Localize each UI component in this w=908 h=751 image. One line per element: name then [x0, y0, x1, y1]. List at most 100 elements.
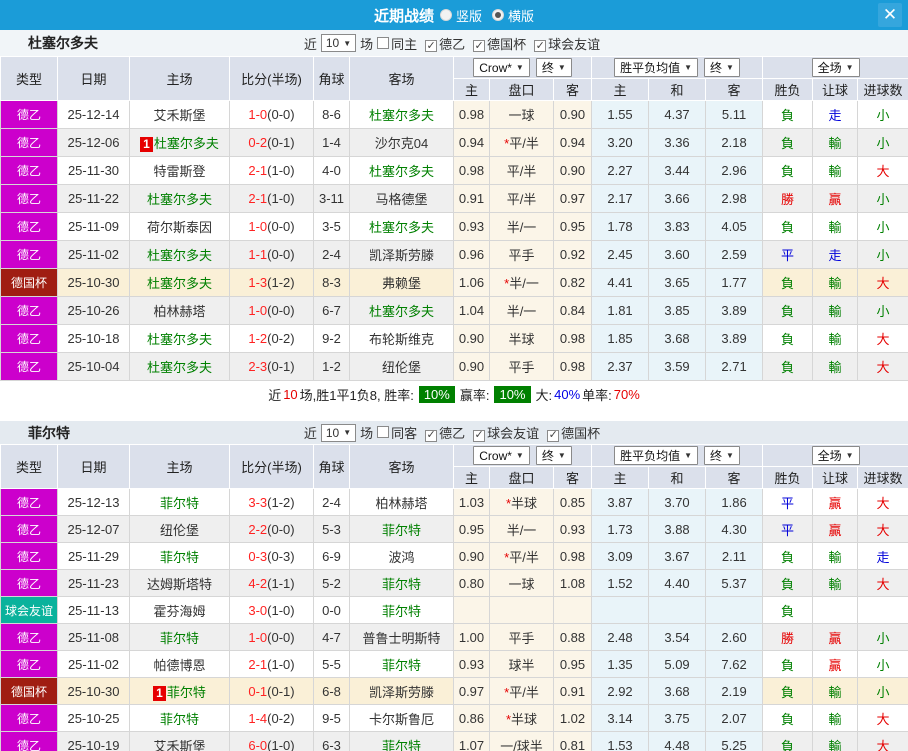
euro-home-odds: 2.45: [591, 240, 650, 269]
rank-badge: 1: [153, 685, 166, 701]
away-team-cell: 纽伦堡: [349, 352, 454, 381]
result-handicap: 輸: [812, 731, 859, 751]
chevron-down-icon: ▼: [557, 450, 566, 460]
match-count-value: 10: [325, 425, 340, 440]
league-checkbox-2[interactable]: ✓ 球会友谊: [534, 34, 604, 53]
chevron-down-icon: ▼: [845, 451, 854, 460]
euro-home-odds: 3.87: [591, 488, 650, 516]
radio-vertical-layout[interactable]: 竖版: [439, 6, 482, 25]
score-cell: 1-3(1-2): [229, 268, 314, 297]
halftime-score: (1-0): [267, 191, 295, 206]
home-team-cell: 霍芬海姆: [129, 596, 230, 624]
ah-line: *平/半: [489, 128, 554, 157]
home-team-name: 帕德博恩: [153, 657, 206, 673]
league-checkbox-1[interactable]: ✓ 德国杯: [473, 34, 530, 53]
league-checkbox-2[interactable]: ✓ 德国杯: [547, 423, 604, 442]
europe-odds-dropdowns-0[interactable]: 胜平负均值 ▼: [614, 58, 699, 77]
league-checkbox-0[interactable]: ✓ 德乙: [425, 423, 469, 442]
date-cell: 25-11-23: [57, 569, 130, 597]
score-cell: 1-4(0-2): [229, 704, 314, 732]
home-team-cell: 杜塞尔多夫: [129, 352, 230, 381]
euro-away-odds: 1.86: [705, 488, 764, 516]
column-header-2: 主场: [129, 444, 230, 489]
asian-handicap-dropdowns-0[interactable]: Crow* ▼: [473, 58, 530, 78]
sub-header-2: 客: [552, 78, 593, 101]
date-cell: 25-12-06: [57, 128, 130, 157]
ah-line: 平手: [489, 352, 554, 381]
date-cell: 25-12-14: [57, 100, 130, 129]
corner-cell: 9-5: [313, 704, 350, 732]
table-row: 德乙 25-12-13 菲尔特 3-3(1-2) 2-4 柏林赫塔 1.03 *半球 0.85 3…: [0, 488, 908, 516]
away-team-cell: 弗赖堡: [349, 268, 454, 297]
corner-cell: 8-6: [313, 100, 350, 129]
result-handicap: 輸: [812, 704, 859, 732]
match-type-badge: 德乙: [0, 569, 58, 597]
close-icon[interactable]: ✕: [878, 3, 902, 27]
euro-home-odds: 2.37: [591, 352, 650, 381]
match-type-badge: 德乙: [0, 731, 58, 751]
euro-draw-odds: 3.88: [648, 515, 707, 543]
ah-away-odds: 0.90: [552, 100, 593, 129]
column-header-0: 类型: [0, 56, 58, 101]
radio-horizontal-layout[interactable]: 横版: [492, 6, 534, 25]
asian-handicap-dropdowns-0[interactable]: Crow* ▼: [473, 446, 530, 466]
result-goals: 大: [857, 488, 908, 516]
home-team-name: 杜塞尔多夫: [153, 136, 219, 151]
date-cell: 25-11-22: [57, 184, 130, 213]
corner-cell: 6-7: [313, 296, 350, 325]
date-cell: 25-10-25: [57, 704, 130, 732]
result-wdl: 平: [762, 488, 814, 516]
column-header-0: 类型: [0, 444, 58, 489]
same-side-checkbox[interactable]: 同客: [377, 423, 421, 442]
europe-odds-dropdowns-1[interactable]: 终 ▼: [704, 446, 740, 465]
league-checkbox-0[interactable]: ✓ 德乙: [425, 34, 469, 53]
europe-odds-dropdowns-1-label: 终: [710, 449, 723, 463]
home-team-name: 菲尔特: [159, 630, 199, 646]
result-wdl: 負: [762, 324, 814, 353]
europe-odds-dropdowns-1[interactable]: 终 ▼: [704, 58, 740, 77]
away-team-cell: 布轮斯维克: [349, 324, 454, 353]
match-filters: 近 10 ▼ 场同客 ✓ 德乙 ✓ 球会友谊 ✓ 德国杯: [304, 423, 604, 442]
result-goals: 大: [857, 156, 908, 185]
result-dropdowns-0[interactable]: 全场 ▼: [811, 446, 860, 465]
euro-home-odds: 1.81: [591, 296, 650, 325]
ah-home-odds: 1.06: [453, 268, 490, 297]
asian-handicap-dropdowns-1[interactable]: 终 ▼: [535, 57, 572, 77]
result-handicap: 贏: [812, 488, 859, 516]
euro-draw-odds: 3.83: [648, 212, 707, 241]
summary-text: 40%: [554, 387, 581, 402]
euro-away-odds: 3.89: [705, 296, 764, 325]
europe-odds-dropdowns-0[interactable]: 胜平负均值 ▼: [614, 446, 699, 465]
ah-home-odds: 1.00: [453, 623, 490, 651]
match-count-select[interactable]: 10 ▼: [320, 423, 357, 442]
sub-header-5: 客: [705, 466, 764, 489]
same-side-checkbox[interactable]: 同主: [377, 34, 421, 53]
euro-away-odds: 2.96: [705, 156, 764, 185]
asian-handicap-dropdowns-1[interactable]: 终 ▼: [535, 445, 572, 465]
home-team-cell: 荷尔斯泰因: [129, 212, 230, 241]
euro-home-odds: 1.78: [591, 212, 650, 241]
halftime-score: (0-0): [267, 521, 295, 537]
result-dropdowns-0[interactable]: 全场 ▼: [811, 58, 860, 77]
corner-cell: 4-0: [313, 156, 350, 185]
match-type-badge: 德乙: [0, 128, 58, 157]
summary-text: 10: [283, 387, 298, 402]
match-count-select[interactable]: 10 ▼: [320, 34, 357, 52]
ah-away-odds: 0.81: [552, 731, 593, 751]
sub-header-8: 进球数: [857, 466, 908, 489]
result-handicap: 輸: [812, 542, 859, 570]
halftime-score: (0-0): [267, 629, 295, 645]
home-team-name: 菲尔特: [159, 549, 199, 565]
euro-draw-odds: 3.60: [648, 240, 707, 269]
away-team-name: 凯泽斯劳滕: [368, 248, 434, 263]
ah-line-text: 平/半: [509, 684, 539, 700]
result-handicap: 走: [812, 100, 859, 129]
match-type-badge: 德乙: [0, 184, 58, 213]
euro-draw-odds: 4.48: [648, 731, 707, 751]
result-handicap: 輸: [812, 352, 859, 381]
result-handicap: 贏: [812, 650, 859, 678]
fulltime-score: 1-0: [248, 219, 268, 234]
league-checkbox-1[interactable]: ✓ 球会友谊: [473, 423, 543, 442]
away-team-cell: 杜塞尔多夫: [349, 100, 454, 129]
date-cell: 25-12-13: [57, 488, 130, 516]
